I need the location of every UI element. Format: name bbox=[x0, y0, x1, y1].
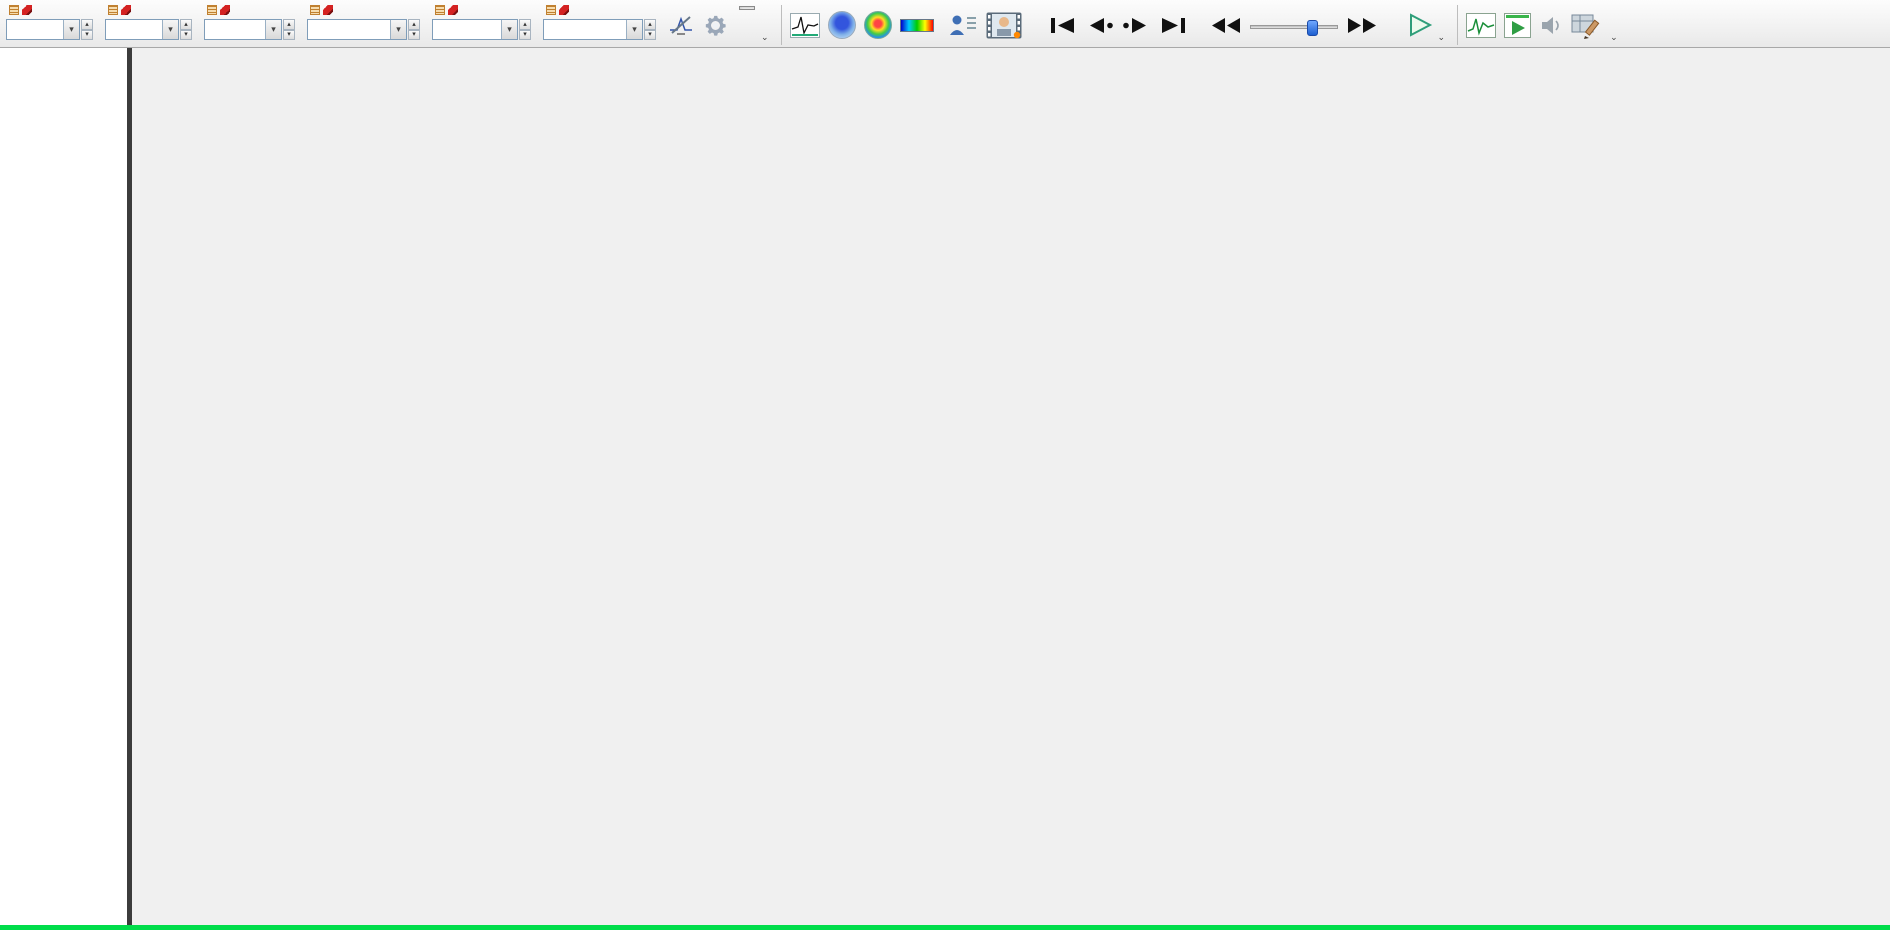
spin-up-icon[interactable]: ▴ bbox=[283, 19, 295, 30]
fast-rewind-button[interactable] bbox=[1208, 11, 1244, 39]
grid-icon[interactable] bbox=[108, 5, 118, 15]
chevron-down-icon[interactable]: ▾ bbox=[626, 20, 642, 39]
time-constant-spinner[interactable]: ▴ ▾ bbox=[180, 19, 192, 40]
chevron-down-icon[interactable]: ▾ bbox=[162, 20, 178, 39]
speed-slider-handle[interactable] bbox=[1307, 19, 1319, 36]
spin-up-icon[interactable]: ▴ bbox=[408, 19, 420, 30]
brain-topography-icon[interactable] bbox=[827, 11, 856, 39]
spin-down-icon[interactable]: ▾ bbox=[180, 29, 192, 40]
high-filter-control: ▾ ▴ ▾ bbox=[204, 3, 295, 40]
sensitivity-spinner[interactable]: ▴ ▾ bbox=[81, 19, 93, 40]
chevron-down-icon[interactable]: ⌄ bbox=[1438, 32, 1446, 43]
edit-pencil-icon[interactable] bbox=[121, 5, 131, 15]
eeg-display-area bbox=[0, 48, 1890, 930]
eeg-review-window: ▾ ▴ ▾ ▾ ▴ ▾ ▾ ▴ ▾ ▾ ▴ ▾ ▾ ▴ ▾ ▾ ▴ ▾ ⌄ ⌄ … bbox=[0, 0, 1890, 930]
trace-area[interactable] bbox=[132, 48, 1890, 930]
pattern-value bbox=[308, 20, 390, 39]
spin-down-icon[interactable]: ▾ bbox=[408, 29, 420, 40]
status-strip bbox=[0, 925, 1890, 930]
toolbar-separator bbox=[1457, 5, 1459, 45]
edit-pencil-icon[interactable] bbox=[559, 5, 569, 15]
display-length-value bbox=[433, 20, 501, 39]
spin-up-icon[interactable]: ▴ bbox=[81, 19, 93, 30]
start-review-icon[interactable] bbox=[1504, 12, 1532, 38]
chevron-down-icon[interactable]: ▾ bbox=[501, 20, 517, 39]
time-constant-combobox[interactable]: ▾ bbox=[105, 19, 179, 40]
time-constant-control: ▾ ▴ ▾ bbox=[105, 3, 192, 40]
favorite-combobox[interactable]: ▾ bbox=[543, 19, 643, 40]
grid-icon[interactable] bbox=[9, 5, 19, 15]
display-length-control: ▾ ▴ ▾ bbox=[432, 3, 531, 40]
edit-pencil-icon[interactable] bbox=[323, 5, 333, 15]
time-constant-value bbox=[106, 20, 162, 39]
settings-gear-icon[interactable] bbox=[702, 12, 729, 39]
edit-pencil-icon[interactable] bbox=[448, 5, 458, 15]
trace-display-icon[interactable] bbox=[1466, 12, 1497, 38]
skip-to-start-button[interactable] bbox=[1046, 11, 1082, 39]
channel-list bbox=[0, 48, 127, 930]
sensitivity-value bbox=[7, 20, 63, 39]
time-display bbox=[739, 6, 755, 10]
edit-pencil-icon[interactable] bbox=[22, 5, 32, 15]
pattern-combobox[interactable]: ▾ bbox=[307, 19, 407, 40]
notch-frequency-badge bbox=[677, 33, 685, 35]
chevron-down-icon[interactable]: ▾ bbox=[390, 20, 406, 39]
spin-down-icon[interactable]: ▾ bbox=[283, 29, 295, 40]
speed-slider-group bbox=[1249, 19, 1338, 36]
edit-pencil-icon[interactable] bbox=[220, 5, 230, 15]
favorite-value bbox=[544, 20, 626, 39]
chevron-down-icon[interactable]: ▾ bbox=[265, 20, 281, 39]
chevron-down-icon[interactable]: ⌄ bbox=[1610, 32, 1618, 43]
spin-down-icon[interactable]: ▾ bbox=[519, 29, 531, 40]
speed-slider[interactable] bbox=[1249, 19, 1338, 36]
toolbar: ▾ ▴ ▾ ▾ ▴ ▾ ▾ ▴ ▾ ▾ ▴ ▾ ▾ ▴ ▾ ▾ ▴ ▾ ⌄ ⌄ … bbox=[0, 0, 1890, 48]
high-filter-value bbox=[205, 20, 265, 39]
sensitivity-combobox[interactable]: ▾ bbox=[6, 19, 80, 40]
pattern-control: ▾ ▴ ▾ bbox=[307, 3, 420, 40]
pattern-spinner[interactable]: ▴ ▾ bbox=[408, 19, 420, 40]
display-length-combobox[interactable]: ▾ bbox=[432, 19, 518, 40]
notch-filter-icon[interactable] bbox=[668, 15, 694, 35]
toolbar-separator bbox=[780, 5, 782, 45]
display-length-spinner[interactable]: ▴ ▾ bbox=[519, 19, 531, 40]
spin-up-icon[interactable]: ▴ bbox=[644, 19, 656, 30]
chevron-down-icon[interactable]: ⌄ bbox=[761, 32, 769, 43]
grid-icon[interactable] bbox=[207, 5, 217, 15]
step-forward-button[interactable] bbox=[1118, 11, 1154, 39]
favorite-control: ▾ ▴ ▾ bbox=[543, 3, 656, 40]
favorite-spinner[interactable]: ▴ ▾ bbox=[644, 19, 656, 40]
grid-icon[interactable] bbox=[435, 5, 445, 15]
report-edit-icon[interactable] bbox=[1571, 12, 1602, 39]
event-waveform-icon[interactable] bbox=[789, 12, 820, 38]
step-back-button[interactable] bbox=[1082, 11, 1118, 39]
high-filter-spinner[interactable]: ▴ ▾ bbox=[283, 19, 295, 40]
sensitivity-control: ▾ ▴ ▾ bbox=[6, 3, 93, 40]
play-button[interactable] bbox=[1402, 11, 1438, 39]
spin-down-icon[interactable]: ▾ bbox=[644, 29, 656, 40]
brain-colormap-icon[interactable] bbox=[863, 11, 892, 39]
spin-up-icon[interactable]: ▴ bbox=[180, 19, 192, 30]
spin-down-icon[interactable]: ▾ bbox=[81, 29, 93, 40]
chevron-down-icon[interactable]: ▾ bbox=[63, 20, 79, 39]
grid-icon[interactable] bbox=[310, 5, 320, 15]
eeg-trace-canvas[interactable] bbox=[132, 48, 1890, 930]
datetime-display bbox=[739, 4, 755, 10]
spin-up-icon[interactable]: ▴ bbox=[519, 19, 531, 30]
fast-forward-button[interactable] bbox=[1344, 11, 1380, 39]
colorbar-scale-icon[interactable] bbox=[899, 18, 934, 32]
grid-icon[interactable] bbox=[546, 5, 556, 15]
video-montage-icon[interactable] bbox=[986, 12, 1022, 39]
patient-info-icon[interactable] bbox=[948, 12, 978, 38]
high-filter-combobox[interactable]: ▾ bbox=[204, 19, 282, 40]
speaker-icon[interactable] bbox=[1539, 15, 1563, 36]
skip-to-end-button[interactable] bbox=[1154, 11, 1190, 39]
